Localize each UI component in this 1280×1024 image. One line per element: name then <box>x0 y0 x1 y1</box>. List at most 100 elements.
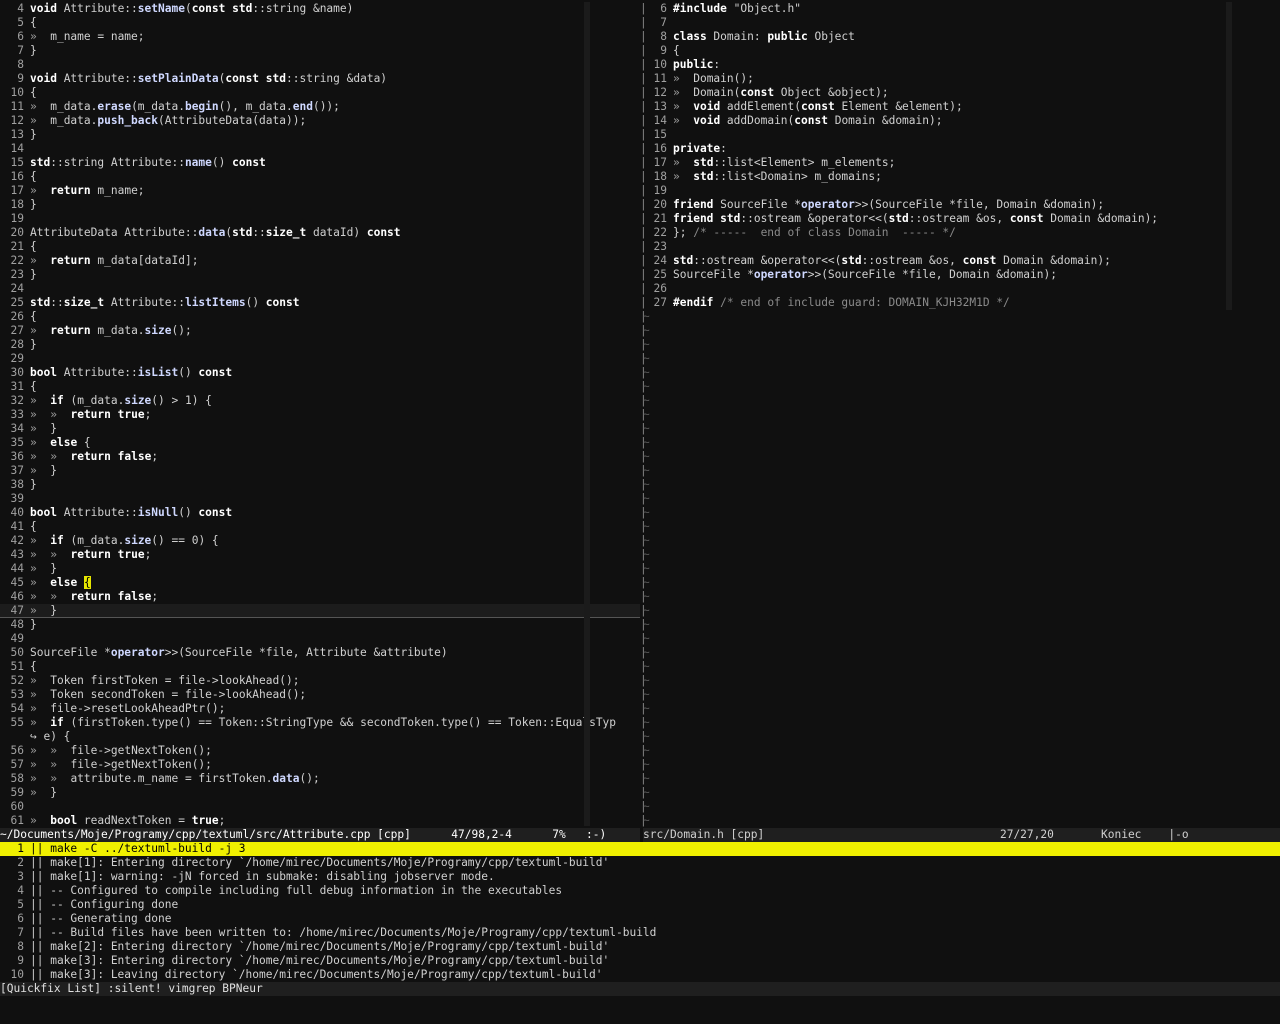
code-line[interactable]: 18 » std::list<Domain> m_domains; <box>643 170 1280 184</box>
empty-line-marker: ~ <box>643 422 650 435</box>
code-line[interactable]: 38} <box>0 478 640 492</box>
code-line[interactable]: 11 » m_data.erase(m_data.begin(), m_data.… <box>0 100 640 114</box>
code-line[interactable]: 8 <box>0 58 640 72</box>
code-line[interactable]: 37 » } <box>0 464 640 478</box>
code-line[interactable]: 46 » » return false; <box>0 590 640 604</box>
code-line[interactable]: 29 <box>0 352 640 366</box>
code-text: » return m_name; <box>30 184 145 197</box>
code-line[interactable]: 61 » bool readNextToken = true; <box>0 814 640 828</box>
code-line[interactable]: 12 » Domain(const Object &object); <box>643 86 1280 100</box>
code-line[interactable]: 30 bool Attribute::isList() const <box>0 366 640 380</box>
code-line[interactable]: 31 { <box>0 380 640 394</box>
quickfix-item[interactable]: 4 || -- Configured to compile including f… <box>0 884 1280 898</box>
code-line[interactable]: 17 » std::list<Element> m_elements; <box>643 156 1280 170</box>
code-line[interactable]: 35 » else { <box>0 436 640 450</box>
code-line[interactable]: 20 AttributeData Attribute::data(std::siz… <box>0 226 640 240</box>
code-line[interactable]: 4 void Attribute::setName(const std::stri… <box>0 2 640 16</box>
quickfix-item[interactable]: 7 || -- Build files have been written to:… <box>0 926 1280 940</box>
code-line[interactable]: 10 { <box>0 86 640 100</box>
code-line[interactable]: 26 <box>643 282 1280 296</box>
code-line[interactable]: 15 std::string Attribute::name() const <box>0 156 640 170</box>
code-line[interactable]: 25 std::size_t Attribute::listItems() con… <box>0 296 640 310</box>
code-line[interactable]: 33 » » return true; <box>0 408 640 422</box>
code-line[interactable]: 40 bool Attribute::isNull() const <box>0 506 640 520</box>
quickfix-item[interactable]: 1 || make -C ../textuml-build -j 3 <box>0 842 1280 856</box>
code-line[interactable]: 54 » file->resetLookAheadPtr(); <box>0 702 640 716</box>
code-line[interactable]: 13} <box>0 128 640 142</box>
code-line[interactable]: 59 » } <box>0 786 640 800</box>
code-line[interactable]: 17 » return m_name; <box>0 184 640 198</box>
code-line[interactable]: 12 » m_data.push_back(AttributeData(data)… <box>0 114 640 128</box>
code-line[interactable]: 19 <box>0 212 640 226</box>
quickfix-item[interactable]: 2 || make[1]: Entering directory `/home/m… <box>0 856 1280 870</box>
line-number: 32 <box>10 394 24 407</box>
code-line[interactable]: 52 » Token firstToken = file->lookAhead()… <box>0 674 640 688</box>
code-line[interactable]: 15 <box>643 128 1280 142</box>
code-line[interactable]: 27 #endif /* end of include guard: DOMAIN… <box>643 296 1280 310</box>
editor-pane-attribute-cpp[interactable]: 4 void Attribute::setName(const std::stri… <box>0 2 640 828</box>
code-line[interactable]: 32 » if (m_data.size() > 1) { <box>0 394 640 408</box>
code-line[interactable]: 44 » } <box>0 562 640 576</box>
quickfix-item[interactable]: 9 || make[3]: Entering directory `/home/m… <box>0 954 1280 968</box>
code-line[interactable]: 43 » » return true; <box>0 548 640 562</box>
code-line[interactable]: 45 » else { <box>0 576 640 590</box>
code-text: void Attribute::setPlainData(const std::… <box>30 72 388 85</box>
code-line[interactable]: 27 » return m_data.size(); <box>0 324 640 338</box>
command-line[interactable] <box>0 996 1280 1024</box>
quickfix-list[interactable]: 1 || make -C ../textuml-build -j 3 2 || mak… <box>0 842 1280 982</box>
code-line[interactable]: 16 { <box>0 170 640 184</box>
quickfix-item[interactable]: 5 || -- Configuring done <box>0 898 1280 912</box>
code-line[interactable]: 57 » » file->getNextToken(); <box>0 758 640 772</box>
code-line[interactable]: 48} <box>0 618 640 632</box>
code-line[interactable]: 23 <box>643 240 1280 254</box>
code-line[interactable]: 21 friend std::ostream &operator<<(std::o… <box>643 212 1280 226</box>
line-number: 10 <box>10 968 24 981</box>
code-line[interactable]: 14 » void addDomain(const Domain &domain)… <box>643 114 1280 128</box>
code-line[interactable]: 20 friend SourceFile *operator>>(SourceFi… <box>643 198 1280 212</box>
code-line[interactable]: ↪ e) { <box>0 730 640 744</box>
code-line[interactable]: 24 <box>0 282 640 296</box>
code-line[interactable]: 7 <box>643 16 1280 30</box>
quickfix-item[interactable]: 6 || -- Generating done <box>0 912 1280 926</box>
code-line[interactable]: 22}; /* ----- end of class Domain ----- … <box>643 226 1280 240</box>
code-line[interactable]: 14 <box>0 142 640 156</box>
quickfix-item[interactable]: 8 || make[2]: Entering directory `/home/m… <box>0 940 1280 954</box>
code-line[interactable]: 13 » void addElement(const Element &eleme… <box>643 100 1280 114</box>
code-line[interactable]: 36 » » return false; <box>0 450 640 464</box>
code-line[interactable]: 9{ <box>643 44 1280 58</box>
code-line[interactable]: 53 » Token secondToken = file->lookAhead(… <box>0 688 640 702</box>
code-line[interactable]: 41 { <box>0 520 640 534</box>
code-line[interactable]: 8 class Domain: public Object <box>643 30 1280 44</box>
code-line[interactable]: 11 » Domain(); <box>643 72 1280 86</box>
code-line[interactable]: 39 <box>0 492 640 506</box>
code-line[interactable]: 7} <box>0 44 640 58</box>
code-line[interactable]: 50 SourceFile *operator>>(SourceFile *fil… <box>0 646 640 660</box>
quickfix-item[interactable]: 10 || make[3]: Leaving directory `/home/m… <box>0 968 1280 982</box>
editor-pane-domain-h[interactable]: 6 #include "Object.h" 7 8 class Domain: publ… <box>643 2 1280 827</box>
code-line[interactable]: 60 <box>0 800 640 814</box>
code-line[interactable]: 19 <box>643 184 1280 198</box>
code-line[interactable]: 55 » if (firstToken.type() == Token::Stri… <box>0 716 640 730</box>
code-line[interactable]: 6 » m_name = name; <box>0 30 640 44</box>
code-line[interactable]: 18} <box>0 198 640 212</box>
code-line[interactable]: 22 » return m_data[dataId]; <box>0 254 640 268</box>
code-line[interactable]: 26 { <box>0 310 640 324</box>
code-line[interactable]: 5{ <box>0 16 640 30</box>
code-line[interactable]: 58 » » attribute.m_name = firstToken.data… <box>0 772 640 786</box>
code-line[interactable]: 25 SourceFile *operator>>(SourceFile *fil… <box>643 268 1280 282</box>
quickfix-item[interactable]: 3 || make[1]: warning: -jN forced in subm… <box>0 870 1280 884</box>
code-line[interactable]: 47 » } <box>0 604 640 618</box>
code-line[interactable]: 42 » if (m_data.size() == 0) { <box>0 534 640 548</box>
code-line[interactable]: 49 <box>0 632 640 646</box>
code-line[interactable]: 16 private: <box>643 142 1280 156</box>
code-line[interactable]: 28} <box>0 338 640 352</box>
code-line[interactable]: 23} <box>0 268 640 282</box>
code-line[interactable]: 9 void Attribute::setPlainData(const std:… <box>0 72 640 86</box>
code-line[interactable]: 34 » } <box>0 422 640 436</box>
code-line[interactable]: 51 { <box>0 660 640 674</box>
code-line[interactable]: 21 { <box>0 240 640 254</box>
code-line[interactable]: 6 #include "Object.h" <box>643 2 1280 16</box>
code-line[interactable]: 24 std::ostream &operator<<(std::ostream … <box>643 254 1280 268</box>
code-line[interactable]: 10 public: <box>643 58 1280 72</box>
code-line[interactable]: 56 » » file->getNextToken(); <box>0 744 640 758</box>
